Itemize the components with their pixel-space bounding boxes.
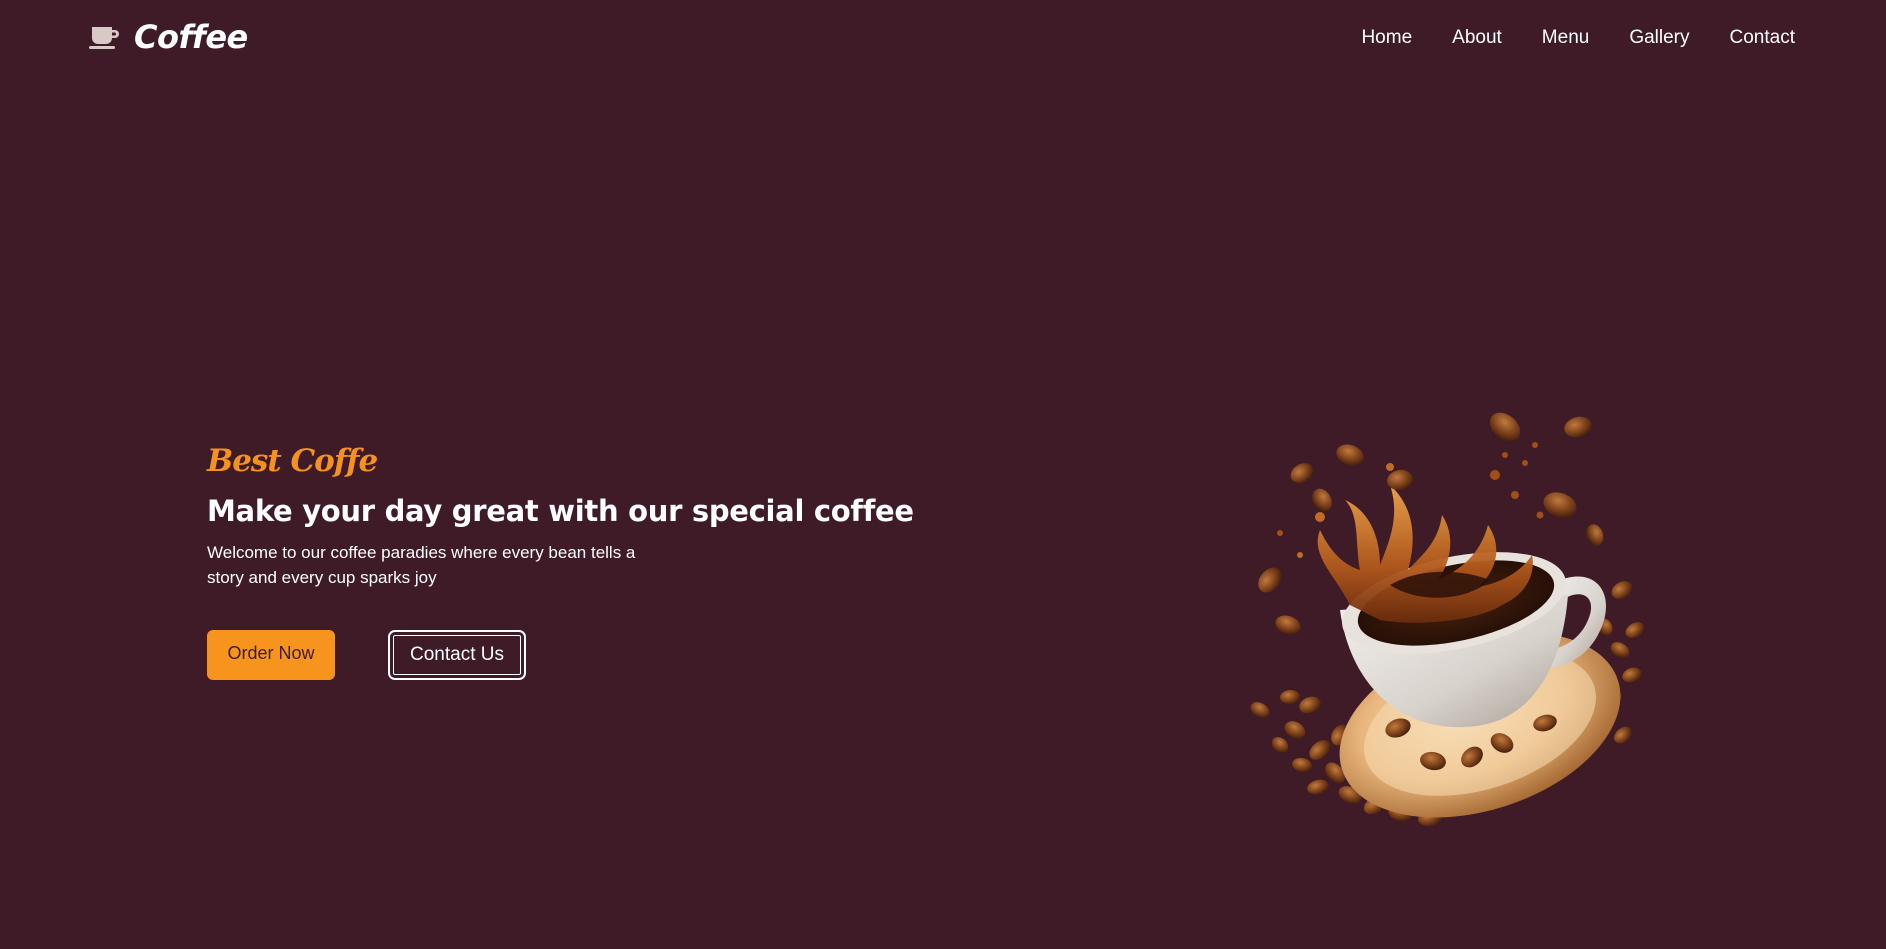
- main-nav: Home About Menu Gallery Contact: [1361, 24, 1795, 52]
- coffee-cup-icon: [89, 27, 119, 49]
- site-header: Coffee Home About Menu Gallery Contact: [0, 0, 1886, 76]
- nav-home[interactable]: Home: [1361, 24, 1412, 52]
- hero-description: Welcome to our coffee paradies where eve…: [207, 543, 636, 587]
- hero-tagline: Best Coffe: [207, 443, 378, 479]
- logo-text: Coffee: [134, 18, 248, 56]
- hero-headline: Make your day great with our special cof…: [207, 494, 914, 528]
- hero-text: Best Coffe Make your day great with our …: [207, 438, 967, 590]
- nav-gallery[interactable]: Gallery: [1629, 24, 1689, 52]
- coffee-cup-splash-illustration: [1250, 412, 1645, 827]
- nav-contact[interactable]: Contact: [1730, 24, 1795, 52]
- nav-about[interactable]: About: [1452, 24, 1502, 52]
- nav-menu[interactable]: Menu: [1542, 24, 1590, 52]
- hero-buttons: Order Now Contact Us: [207, 630, 526, 680]
- logo-link[interactable]: Coffee: [88, 18, 248, 56]
- order-now-button[interactable]: Order Now: [207, 630, 335, 680]
- contact-us-button[interactable]: Contact Us: [388, 630, 526, 680]
